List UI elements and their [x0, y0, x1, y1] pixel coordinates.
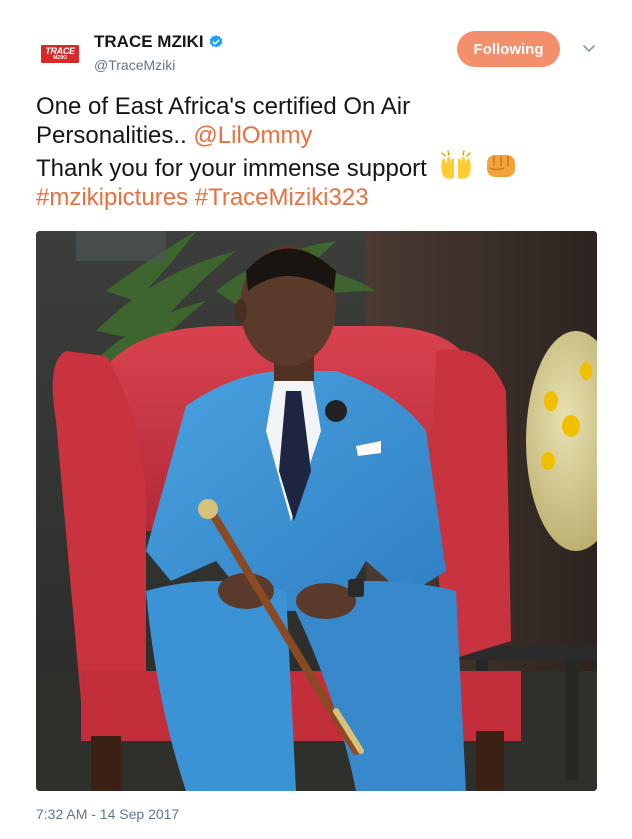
fist-emoji-icon	[487, 155, 516, 177]
avatar[interactable]: TRACE MZIKI	[36, 30, 84, 78]
tweet-photo[interactable]	[36, 231, 597, 791]
trace-logo: TRACE MZIKI	[41, 45, 79, 63]
tweet-line-2: Personalities..	[36, 122, 194, 149]
tweet-line-1: One of East Africa's certified On Air	[36, 93, 411, 120]
hashtag-link[interactable]: #TraceMiziki323	[195, 184, 369, 211]
tweet-header: TRACE MZIKI TRACE MZIKI @TraceMziki Foll…	[36, 30, 606, 80]
handle[interactable]: @TraceMziki	[94, 57, 175, 73]
tweet-text: One of East Africa's certified On Air Pe…	[36, 92, 596, 212]
photo-illustration	[36, 231, 597, 791]
verified-badge-icon	[209, 35, 222, 48]
timestamp[interactable]: 7:32 AM - 14 Sep 2017	[36, 806, 179, 822]
chevron-down-icon[interactable]	[581, 40, 597, 56]
hashtag-link[interactable]: #mzikipictures	[36, 184, 188, 211]
logo-subtext: MZIKI	[53, 55, 67, 61]
following-button[interactable]: Following	[457, 31, 560, 67]
display-name[interactable]: TRACE MZIKI	[94, 32, 204, 52]
tweet-card: TRACE MZIKI TRACE MZIKI @TraceMziki Foll…	[0, 0, 632, 839]
name-row: TRACE MZIKI	[94, 32, 224, 52]
tweet-line-3: Thank you for your immense support	[36, 155, 427, 182]
raising-hands-emoji-icon	[440, 150, 471, 179]
mention-link[interactable]: @LilOmmy	[193, 122, 312, 149]
